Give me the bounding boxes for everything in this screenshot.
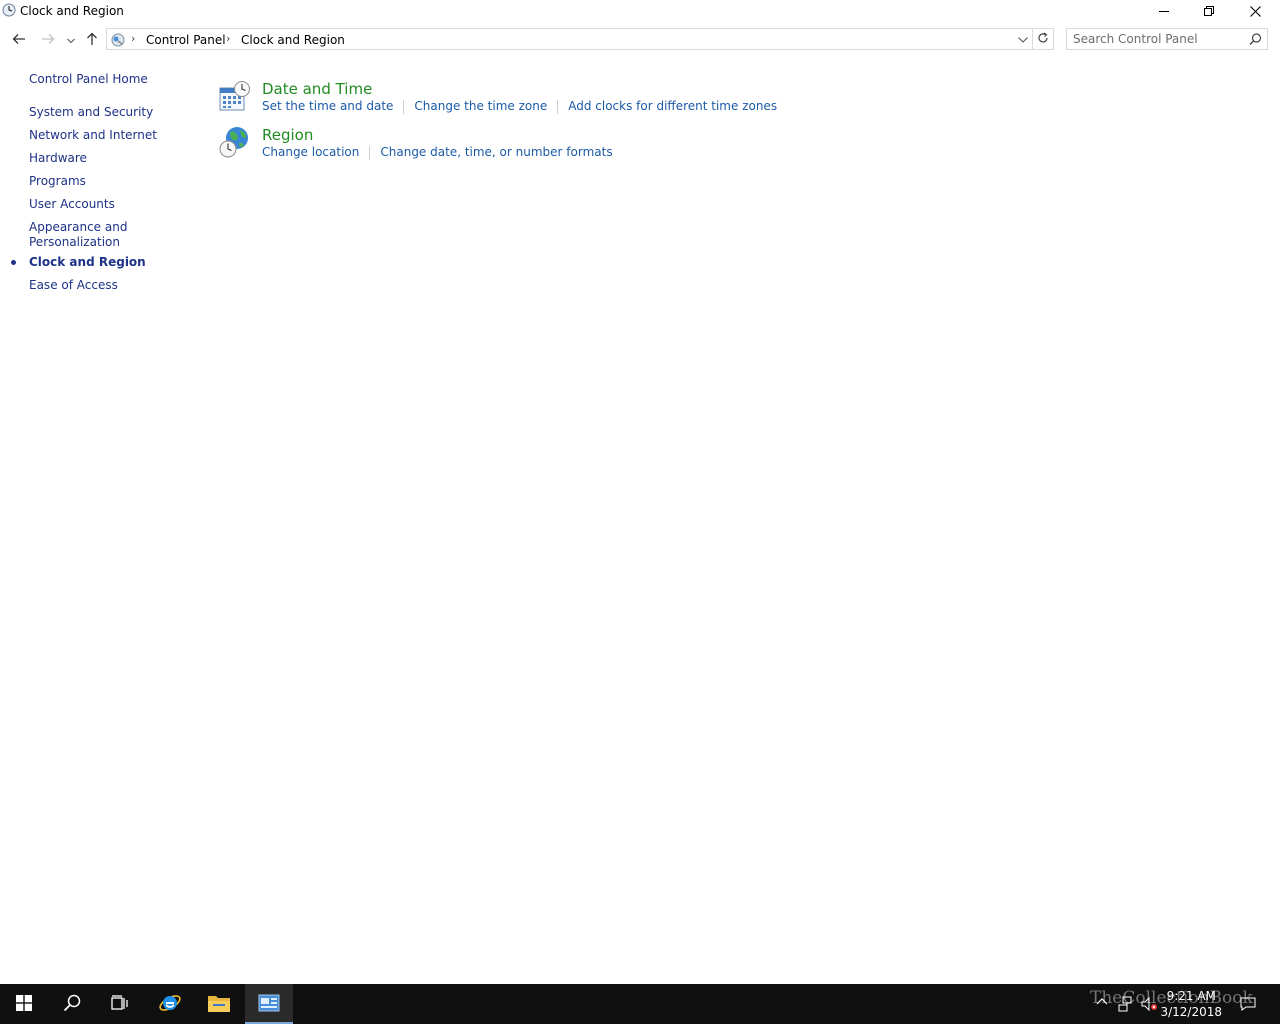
change-location-link[interactable]: Change location bbox=[262, 145, 359, 159]
link-divider bbox=[369, 145, 371, 160]
add-clocks-link[interactable]: Add clocks for different time zones bbox=[568, 99, 777, 113]
control-panel-taskbar-button[interactable] bbox=[245, 984, 293, 1024]
control-panel-icon bbox=[110, 32, 126, 48]
start-button[interactable] bbox=[0, 984, 48, 1024]
show-hidden-icons-icon[interactable] bbox=[1096, 996, 1108, 1011]
address-bar[interactable]: › Control Panel › Clock and Region bbox=[106, 28, 1054, 50]
breadcrumb-control-panel[interactable]: Control Panel bbox=[146, 33, 226, 47]
refresh-button[interactable] bbox=[1032, 29, 1053, 49]
file-explorer-icon bbox=[207, 993, 231, 1016]
refresh-icon bbox=[1037, 32, 1049, 47]
volume-muted-icon[interactable] bbox=[1141, 996, 1157, 1015]
title-bar: Clock and Region bbox=[0, 0, 1280, 24]
network-icon[interactable] bbox=[1118, 996, 1134, 1015]
clock-date: 3/12/2018 bbox=[1160, 1005, 1222, 1019]
back-button[interactable] bbox=[8, 30, 30, 50]
task-view-icon bbox=[111, 994, 129, 1014]
internet-explorer-icon bbox=[158, 991, 182, 1018]
sidebar-item-personalization[interactable]: Personalization bbox=[29, 235, 120, 250]
recent-dropdown-icon bbox=[67, 33, 75, 47]
change-formats-link[interactable]: Change date, time, or number formats bbox=[380, 145, 612, 159]
chevron-down-icon bbox=[1018, 32, 1028, 46]
region-links: Change location Change date, time, or num… bbox=[262, 145, 613, 160]
date-time-title[interactable]: Date and Time bbox=[262, 80, 372, 98]
region-title[interactable]: Region bbox=[262, 126, 313, 144]
windows-start-icon bbox=[16, 994, 32, 1014]
close-icon bbox=[1249, 5, 1261, 17]
control-panel-icon bbox=[258, 994, 280, 1015]
link-divider bbox=[557, 99, 559, 114]
forward-arrow-icon bbox=[41, 33, 55, 48]
search-icon bbox=[63, 994, 81, 1015]
sidebar-item-ease-of-access[interactable]: Ease of Access bbox=[29, 278, 118, 293]
change-time-zone-link[interactable]: Change the time zone bbox=[414, 99, 547, 113]
file-explorer-button[interactable] bbox=[195, 984, 243, 1024]
forward-button[interactable] bbox=[37, 30, 59, 50]
up-arrow-icon bbox=[86, 32, 98, 49]
clock-region-icon bbox=[2, 3, 16, 17]
up-button[interactable] bbox=[81, 30, 103, 50]
breadcrumb-clock-and-region[interactable]: Clock and Region bbox=[241, 33, 345, 47]
search-icon[interactable] bbox=[1249, 33, 1262, 49]
minimize-icon bbox=[1159, 6, 1169, 16]
sidebar-item-user-accounts[interactable]: User Accounts bbox=[29, 197, 115, 212]
date-time-links: Set the time and date Change the time zon… bbox=[262, 99, 777, 114]
current-item-bullet bbox=[11, 260, 16, 265]
action-center-icon[interactable] bbox=[1240, 996, 1256, 1015]
restore-icon bbox=[1204, 6, 1214, 16]
task-view-button[interactable] bbox=[96, 984, 144, 1024]
breadcrumb-separator[interactable]: › bbox=[226, 32, 230, 45]
window-title: Clock and Region bbox=[20, 4, 124, 18]
region-globe-icon[interactable] bbox=[218, 126, 252, 160]
breadcrumb-separator[interactable]: › bbox=[131, 32, 135, 45]
sidebar-item-network-internet[interactable]: Network and Internet bbox=[29, 128, 157, 143]
recent-locations-button[interactable] bbox=[61, 30, 81, 50]
set-time-date-link[interactable]: Set the time and date bbox=[262, 99, 393, 113]
taskbar-clock[interactable]: 9:21 AM 3/12/2018 bbox=[1160, 988, 1222, 1020]
date-time-icon[interactable] bbox=[218, 80, 252, 114]
link-divider bbox=[403, 99, 405, 114]
restore-button[interactable] bbox=[1186, 0, 1232, 22]
minimize-button[interactable] bbox=[1141, 0, 1187, 22]
search-box[interactable] bbox=[1066, 28, 1268, 50]
search-input[interactable] bbox=[1073, 31, 1243, 47]
sidebar-item-system-security[interactable]: System and Security bbox=[29, 105, 153, 120]
sidebar-item-programs[interactable]: Programs bbox=[29, 174, 86, 189]
sidebar-item-appearance[interactable]: Appearance and bbox=[29, 220, 127, 235]
address-dropdown-button[interactable] bbox=[1014, 29, 1032, 49]
internet-explorer-button[interactable] bbox=[146, 984, 194, 1024]
taskbar: TheCollectionBook 9:21 AM 3/12/2018 bbox=[0, 984, 1280, 1024]
clock-time: 9:21 AM bbox=[1166, 989, 1216, 1003]
sidebar-item-hardware[interactable]: Hardware bbox=[29, 151, 87, 166]
taskbar-search-button[interactable] bbox=[48, 984, 96, 1024]
back-arrow-icon bbox=[12, 33, 26, 48]
sidebar-item-clock-region[interactable]: Clock and Region bbox=[29, 255, 146, 270]
control-panel-home-link[interactable]: Control Panel Home bbox=[29, 72, 148, 87]
close-button[interactable] bbox=[1232, 0, 1278, 22]
